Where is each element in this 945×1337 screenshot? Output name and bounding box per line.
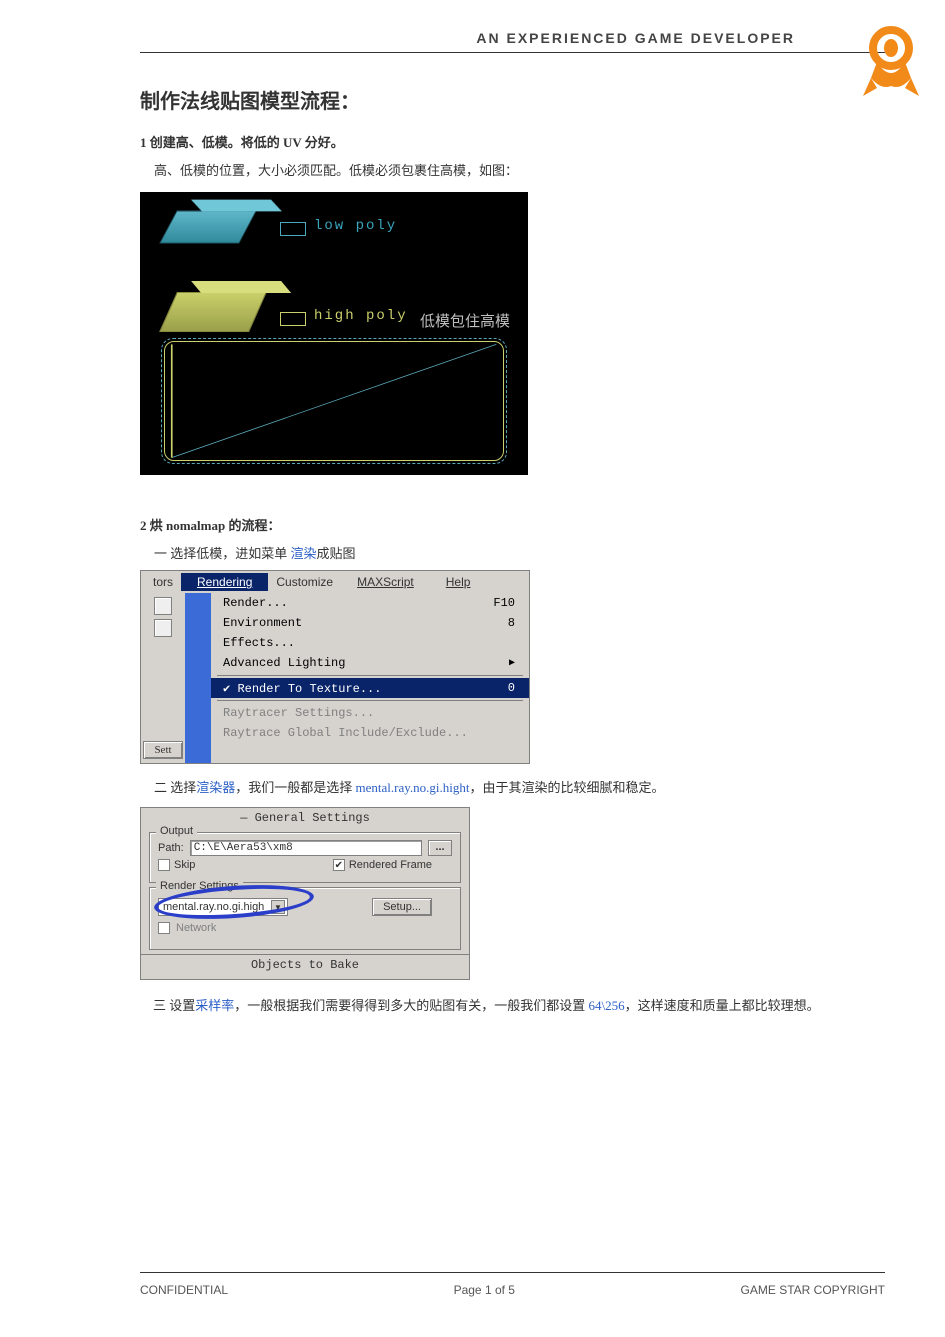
step-3-text: 三 设置采样率，一般根据我们需要得得到多大的贴图有关，一般我们都设置 64\25…	[140, 994, 855, 1019]
network-label: Network	[176, 922, 216, 934]
low-poly-swatch-icon	[280, 222, 306, 236]
output-fieldset: Output Path: C:\E\Aera53\xm8 ... Skip ✔ …	[149, 832, 461, 883]
page-title: 制作法线贴图模型流程：	[140, 85, 855, 114]
low-poly-cube-icon	[159, 210, 257, 243]
path-label: Path:	[158, 842, 184, 854]
skip-checkbox[interactable]	[158, 859, 170, 871]
wireframe-box-icon	[164, 341, 504, 461]
figure-general-settings: ― General Settings Output Path: C:\E\Aer…	[140, 807, 470, 980]
tool-button[interactable]	[154, 597, 172, 615]
menubar: tors Rendering Customize MAXScript Help	[141, 571, 529, 593]
high-poly-label: high poly	[314, 308, 408, 324]
rendered-frame-checkbox[interactable]: ✔	[333, 859, 345, 871]
mental-ray-link: mental.ray.no.gi.hight	[356, 780, 470, 795]
menu-item-raytrace-global: Raytrace Global Include/Exclude...	[211, 723, 529, 743]
menubar-item-customize[interactable]: Customize	[268, 573, 341, 591]
figure-annotation: 低模包住高模	[420, 310, 510, 331]
menu-item-effects[interactable]: Effects...	[211, 633, 529, 653]
skip-label: Skip	[174, 859, 195, 871]
menu-item-advanced-lighting[interactable]: Advanced Lighting▶	[211, 653, 529, 673]
combo-dropdown-icon[interactable]: ▼	[271, 900, 285, 914]
submenu-arrow-icon: ▶	[509, 657, 515, 669]
sample-value: 64\256	[589, 998, 625, 1013]
menu-item-render[interactable]: Render...F10	[211, 593, 529, 613]
menu-item-raytracer-settings: Raytracer Settings...	[211, 703, 529, 723]
menu-item-render-to-texture[interactable]: ✔ Render To Texture...0	[211, 678, 529, 698]
step-2-text: 二 选择渲染器，我们一般都是选择 mental.ray.no.gi.hight，…	[154, 776, 855, 801]
render-settings-fieldset: Render Settings mental.ray.no.gi.high ▼ …	[149, 887, 461, 950]
rendering-dropdown: Render...F10 Environment8 Effects... Adv…	[211, 593, 529, 763]
tool-button[interactable]	[154, 619, 172, 637]
document-body: 制作法线贴图模型流程： 1 创建高、低模。将低的 UV 分好。 高、低模的位置，…	[140, 85, 855, 1019]
menu-separator	[217, 675, 523, 676]
render-link: 渲染	[291, 546, 317, 561]
figure-poly-comparison: low poly high poly 低模包住高模	[140, 192, 528, 475]
sample-rate-link: 采样率	[195, 998, 234, 1013]
section-1-body: 高、低模的位置，大小必须匹配。低模必须包裹住高模，如图：	[154, 159, 855, 184]
page-footer: CONFIDENTIAL Page 1 of 5 GAME STAR COPYR…	[140, 1272, 885, 1297]
toolbar-left: Sett	[141, 593, 185, 763]
section-1-heading: 1 创建高、低模。将低的 UV 分好。	[140, 132, 855, 151]
menubar-item-help[interactable]: Help	[430, 573, 487, 591]
renderer-combo[interactable]: mental.ray.no.gi.high ▼	[158, 898, 288, 916]
renderer-link: 渲染器	[196, 780, 235, 795]
settings-button[interactable]: Sett	[143, 741, 182, 759]
low-poly-label: low poly	[314, 218, 397, 234]
objects-to-bake-title: Objects to Bake	[141, 954, 469, 975]
header-title: AN EXPERIENCED GAME DEVELOPER	[476, 30, 795, 46]
render-settings-legend: Render Settings	[156, 880, 243, 892]
footer-page-number: Page 1 of 5	[454, 1283, 515, 1297]
figure-rendering-menu: tors Rendering Customize MAXScript Help …	[140, 570, 530, 764]
output-legend: Output	[156, 825, 197, 837]
footer-copyright: GAME STAR COPYRIGHT	[741, 1283, 885, 1297]
setup-button[interactable]: Setup...	[372, 898, 432, 916]
browse-button[interactable]: ...	[428, 840, 452, 856]
network-checkbox[interactable]	[158, 922, 170, 934]
menu-separator	[217, 700, 523, 701]
footer-confidential: CONFIDENTIAL	[140, 1283, 228, 1297]
step-1-text: 一 选择低模，进如菜单 渲染成贴图	[154, 542, 855, 567]
menu-side-strip	[185, 593, 211, 763]
high-poly-cube-icon	[159, 292, 267, 332]
menubar-item-rendering[interactable]: Rendering	[181, 573, 268, 591]
menu-item-environment[interactable]: Environment8	[211, 613, 529, 633]
high-poly-swatch-icon	[280, 312, 306, 326]
section-2-heading: 2 烘 nomalmap 的流程：	[140, 515, 855, 534]
menubar-left-fragment: tors	[145, 573, 181, 591]
page-header: AN EXPERIENCED GAME DEVELOPER	[140, 30, 885, 53]
menubar-item-maxscript[interactable]: MAXScript	[341, 573, 430, 591]
company-logo-icon	[857, 22, 925, 105]
path-input[interactable]: C:\E\Aera53\xm8	[190, 840, 422, 856]
rendered-frame-label: Rendered Frame	[349, 859, 432, 871]
